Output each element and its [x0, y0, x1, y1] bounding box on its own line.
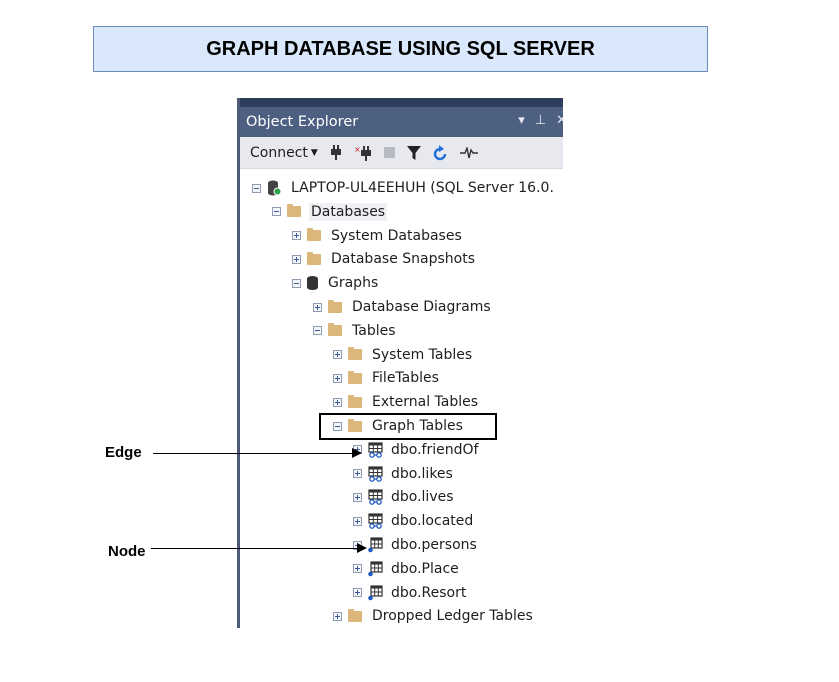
expand-icon[interactable] [353, 588, 362, 598]
tree-item-label: System Tables [372, 346, 473, 363]
tree-item[interactable]: dbo.lives [353, 486, 456, 508]
edge-table-icon [368, 489, 383, 506]
tree-item[interactable]: dbo.Resort [353, 582, 468, 604]
node-annotation-label: Node [108, 543, 146, 560]
tree-item-label: FileTables [372, 370, 439, 387]
tree-item-label: Databases [309, 202, 388, 221]
collapse-icon[interactable] [252, 183, 261, 193]
tree-item-label: Database Snapshots [331, 251, 475, 268]
tree-item[interactable]: FileTables [333, 367, 441, 389]
dropdown-arrow-icon[interactable]: ▾ [518, 113, 525, 128]
edge-annotation-label: Edge [105, 444, 142, 461]
tree-item[interactable]: Database Snapshots [292, 248, 477, 270]
tree-item[interactable]: dbo.persons [353, 534, 479, 556]
tree-item-label: dbo.located [391, 513, 474, 530]
collapse-icon[interactable] [292, 278, 301, 288]
edge-table-icon [368, 513, 383, 530]
edge-table-icon [368, 442, 383, 458]
tree-item[interactable]: Tables [313, 320, 398, 342]
server-icon [268, 180, 281, 196]
tree-item[interactable]: dbo.likes [353, 463, 455, 485]
expand-icon[interactable] [333, 373, 342, 383]
tree-item[interactable]: Databases [272, 201, 388, 223]
folder-icon [328, 323, 342, 337]
expand-icon[interactable] [313, 302, 322, 312]
tree-item[interactable]: System Databases [292, 225, 464, 247]
tree-item-label: dbo.Place [391, 560, 459, 577]
tree-item-label: dbo.likes [391, 465, 453, 482]
expand-icon[interactable] [333, 350, 342, 360]
disconnect-plug-icon[interactable]: × [354, 145, 372, 161]
tree-item[interactable]: dbo.Place [353, 558, 461, 580]
tree-item-label: dbo.Resort [391, 584, 467, 601]
expand-icon[interactable] [333, 611, 342, 621]
connect-label: Connect [250, 144, 308, 161]
edge-arrow-head [352, 448, 362, 458]
expand-icon[interactable] [353, 469, 362, 479]
close-icon[interactable]: ✕ [556, 113, 563, 128]
object-explorer-header: Object Explorer ▾ ⊥ ✕ [240, 107, 563, 137]
tree-item-label: Database Diagrams [352, 299, 491, 315]
page-title: GRAPH DATABASE USING SQL SERVER [93, 26, 708, 72]
connect-plug-icon[interactable] [330, 144, 342, 161]
folder-icon [348, 347, 362, 361]
tree-item[interactable]: LAPTOP-UL4EEHUH (SQL Server 16.0. [252, 177, 556, 199]
tree-item[interactable]: Database Diagrams [313, 296, 493, 318]
graph-tables-highlight-box [319, 413, 497, 440]
activity-monitor-icon[interactable] [459, 146, 478, 159]
folder-icon [348, 608, 362, 622]
edge-arrow-line [153, 453, 353, 454]
tree-item-label: LAPTOP-UL4EEHUH (SQL Server 16.0. [291, 180, 554, 196]
tree-item[interactable]: System Tables [333, 344, 474, 366]
tree-item[interactable]: Graphs [292, 272, 380, 294]
filter-icon[interactable] [406, 145, 421, 160]
tree-item-label: dbo.lives [391, 489, 454, 506]
database-icon [307, 276, 318, 291]
expand-icon[interactable] [353, 564, 362, 574]
expand-icon[interactable] [353, 516, 362, 526]
tree-item-label: dbo.friendOf [391, 441, 479, 458]
object-explorer-toolbar: Connect ▼ × [240, 137, 563, 169]
node-table-icon [368, 537, 383, 553]
tree-item-label: System Databases [331, 227, 462, 244]
node-arrow-line [151, 548, 358, 549]
object-explorer-title: Object Explorer [246, 114, 359, 130]
pin-icon[interactable]: ⊥ [535, 113, 546, 128]
expand-icon[interactable] [292, 231, 301, 241]
tree-item[interactable]: External Tables [333, 391, 480, 413]
object-tree: LAPTOP-UL4EEHUH (SQL Server 16.0. Databas… [240, 169, 563, 624]
folder-icon [328, 299, 342, 313]
folder-icon [307, 228, 321, 242]
tree-item-label: Tables [352, 322, 396, 339]
collapse-icon[interactable] [313, 326, 322, 336]
tree-item-label: Dropped Ledger Tables [372, 608, 533, 625]
tree-item-label: External Tables [372, 394, 479, 411]
node-arrow-head [357, 543, 367, 553]
collapse-icon[interactable] [272, 207, 281, 217]
expand-icon[interactable] [353, 492, 362, 502]
node-table-icon [368, 561, 383, 577]
tree-item-label: Graphs [328, 275, 379, 292]
stop-icon [383, 147, 395, 158]
tree-item[interactable]: dbo.friendOf [353, 439, 480, 461]
tree-item[interactable]: Dropped Ledger Tables [333, 605, 535, 627]
folder-icon [307, 251, 321, 265]
expand-icon[interactable] [292, 254, 301, 264]
node-table-icon [368, 584, 383, 600]
expand-icon[interactable] [333, 397, 342, 407]
refresh-icon[interactable] [433, 144, 448, 161]
folder-icon [348, 370, 362, 384]
svg-text:×: × [354, 145, 361, 154]
chevron-down-icon: ▼ [310, 147, 318, 158]
tree-item-label: dbo.persons [391, 537, 477, 553]
connect-button[interactable]: Connect ▼ [250, 145, 318, 161]
panel-top-bar [240, 98, 563, 107]
edge-table-icon [368, 465, 383, 482]
tree-item[interactable]: dbo.located [353, 510, 475, 532]
folder-icon [348, 394, 362, 408]
folder-icon [287, 204, 301, 218]
